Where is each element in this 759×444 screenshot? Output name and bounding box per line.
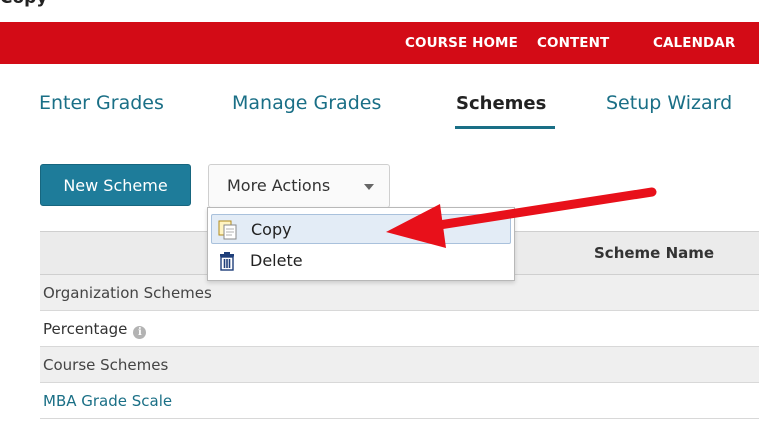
tab-setup-wizard[interactable]: Setup Wizard: [606, 92, 732, 114]
new-scheme-button[interactable]: New Scheme: [40, 164, 191, 206]
nav-course-home[interactable]: COURSE HOME: [405, 22, 518, 64]
table-row-group: Course Schemes: [40, 347, 759, 383]
trash-icon: [216, 250, 238, 272]
tab-manage-grades[interactable]: Manage Grades: [232, 92, 381, 114]
table-row: MBA Grade Scale: [40, 383, 759, 419]
row-text: Percentage: [43, 320, 128, 338]
instruction-caption: Copy: [0, 0, 759, 22]
menu-item-copy[interactable]: Copy: [211, 214, 511, 244]
chevron-down-icon: [364, 184, 374, 190]
copy-icon: [217, 219, 239, 241]
table-row: Percentage i: [40, 311, 759, 347]
tab-enter-grades[interactable]: Enter Grades: [39, 92, 164, 114]
scheme-link-mba-grade-scale[interactable]: MBA Grade Scale: [43, 392, 172, 410]
menu-item-delete[interactable]: Delete: [211, 246, 511, 276]
row-text: Organization Schemes: [43, 284, 212, 302]
active-tab-indicator: [455, 126, 555, 129]
nav-content[interactable]: CONTENT: [537, 22, 609, 64]
more-actions-label: More Actions: [227, 176, 331, 195]
row-text: Course Schemes: [43, 356, 169, 374]
column-header-scheme-name: Scheme Name: [594, 244, 715, 262]
grades-tabs: Enter Grades Manage Grades Schemes Setup…: [0, 64, 759, 144]
info-icon[interactable]: i: [133, 326, 147, 339]
menu-item-label: Delete: [250, 251, 303, 270]
tab-schemes[interactable]: Schemes: [456, 93, 546, 114]
course-navbar: COURSE HOME CONTENT CALENDAR: [0, 22, 759, 64]
more-actions-menu: Copy Delete: [207, 207, 515, 281]
nav-calendar[interactable]: CALENDAR: [653, 22, 735, 64]
menu-item-label: Copy: [251, 220, 292, 239]
caption-text: Copy: [0, 0, 47, 8]
more-actions-button[interactable]: More Actions: [208, 164, 390, 208]
